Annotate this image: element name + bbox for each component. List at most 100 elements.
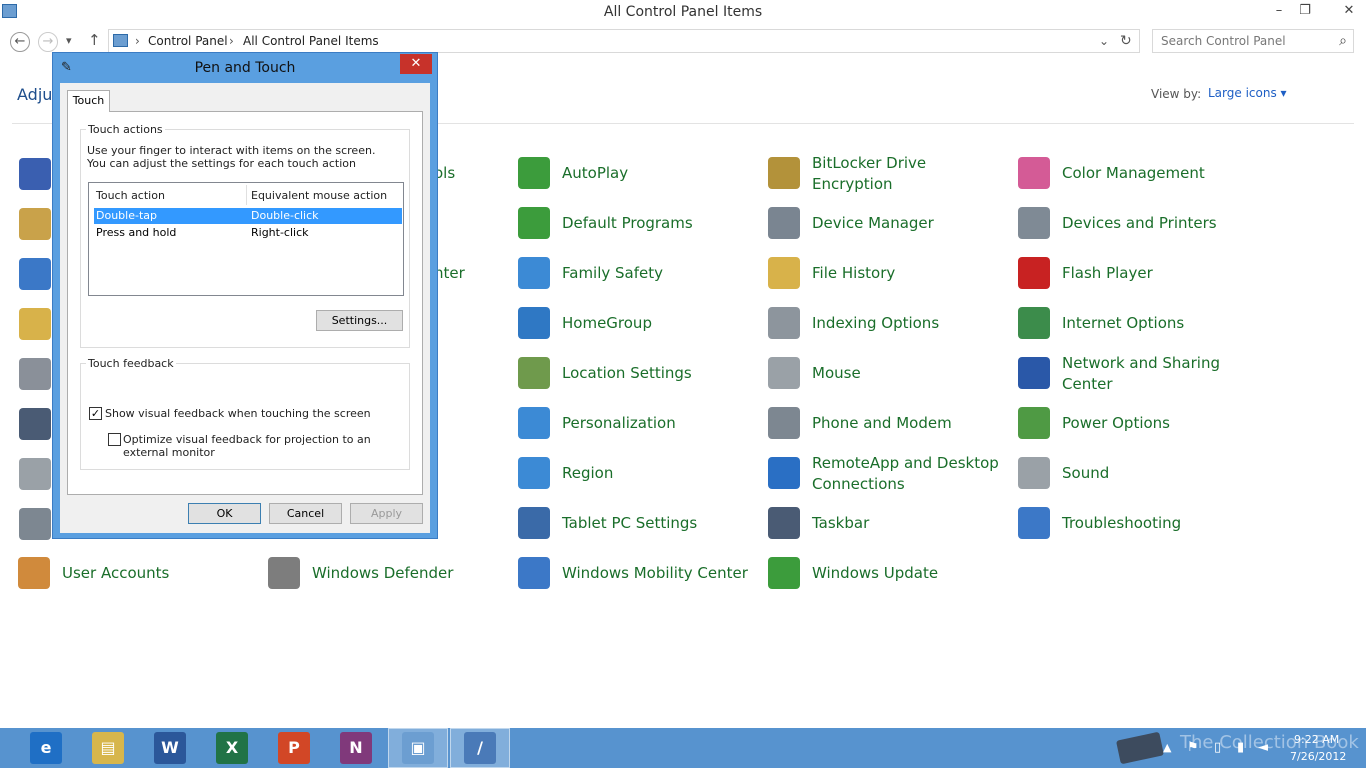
breadcrumb-control-panel[interactable]: Control Panel [148,30,228,52]
view-by-dropdown[interactable]: Large icons ▾ [1208,86,1287,100]
control-panel-item-label: Default Programs [562,214,693,232]
taskbar-app-icon[interactable]: e [30,732,62,764]
touch-actions-list[interactable]: Touch action Equivalent mouse action Dou… [88,182,404,296]
control-panel-item[interactable]: Windows Update [768,553,1008,593]
taskbar-app-icon[interactable]: P [278,732,310,764]
control-panel-item[interactable]: Indexing Options [768,303,1008,343]
taskbar-app-icon[interactable]: ▣ [402,732,434,764]
control-panel-item[interactable]: Tablet PC Settings [518,503,758,543]
control-panel-item-label: Device Manager [812,214,934,232]
server-icon[interactable] [19,408,51,440]
settings-button[interactable]: Settings... [316,310,403,331]
microphone-icon[interactable] [19,508,51,540]
touch-actions-label: Touch actions [86,123,165,136]
control-panel-item[interactable]: Device Manager [768,203,1008,243]
show-visual-feedback-label[interactable]: Show visual feedback when touching the s… [105,407,395,420]
chevron-down-icon[interactable]: ⌄ [1099,30,1109,52]
troubleshooting-icon [1018,507,1050,539]
taskbar-app-icon[interactable]: / [464,732,496,764]
safe-icon[interactable] [19,208,51,240]
control-panel-item[interactable]: Troubleshooting [1018,503,1258,543]
control-panel-item[interactable]: RemoteApp and Desktop Connections [768,453,1008,493]
refresh-icon[interactable]: ↻ [1120,30,1132,52]
search-input[interactable]: Search Control Panel ⌕ [1152,29,1354,53]
mobility-icon [518,557,550,589]
folder-check-icon[interactable] [19,308,51,340]
network-icon [1018,357,1050,389]
control-panel-item[interactable]: Devices and Printers [1018,203,1258,243]
control-panel-item[interactable]: Region [518,453,758,493]
taskbar-app-icon[interactable]: W [154,732,186,764]
taskbar-app-icon[interactable]: X [216,732,248,764]
ok-button[interactable]: OK [188,503,261,524]
close-button[interactable]: ✕ [1334,0,1364,22]
internet-options-icon [1018,307,1050,339]
show-visual-feedback-checkbox[interactable]: ✓ [89,407,102,420]
network-icon[interactable]: ▮ [1237,740,1244,755]
taskbar-app-icon[interactable]: N [340,732,372,764]
optimize-projection-label[interactable]: Optimize visual feedback for projection … [123,433,393,459]
breadcrumb-all-items[interactable]: All Control Panel Items [243,30,379,52]
control-panel-item[interactable]: Family Safety [518,253,758,293]
control-panel-item[interactable]: HomeGroup [518,303,758,343]
control-panel-item[interactable]: User Accounts [18,553,258,593]
control-panel-item-label: Personalization [562,414,676,432]
keyboard-icon[interactable] [19,358,51,390]
column-header-touch-action[interactable]: Touch action [96,189,165,202]
show-hidden-icons-button[interactable]: ▲ [1163,741,1171,754]
optimize-projection-checkbox[interactable] [108,433,121,446]
address-bar-row: ← → ▾ ↑ › Control Panel › All Control Pa… [0,28,1366,54]
column-header-mouse-action[interactable]: Equivalent mouse action [251,189,387,202]
action-center-flag-icon[interactable]: ⚑ [1187,740,1199,755]
control-panel-item[interactable]: Location Settings [518,353,758,393]
control-panel-item[interactable]: Windows Mobility Center [518,553,758,593]
power-icon [1018,407,1050,439]
touch-tab-panel: Touch actions Use your finger to interac… [67,111,423,495]
apply-button[interactable]: Apply [350,503,423,524]
dialog-close-button[interactable]: ✕ [400,54,432,74]
forward-button[interactable]: → [38,32,58,52]
control-panel-item[interactable]: Taskbar [768,503,1008,543]
monitor-icon[interactable] [19,258,51,290]
restore-button[interactable]: ❐ [1290,0,1320,22]
device-manager-icon [768,207,800,239]
storage-icon[interactable] [19,458,51,490]
control-panel-item[interactable]: AutoPlay [518,153,758,193]
touch-keyboard-icon[interactable] [1115,731,1165,765]
flag-icon[interactable] [19,158,51,190]
control-panel-item[interactable]: Color Management [1018,153,1258,193]
search-icon[interactable]: ⌕ [1339,30,1347,52]
back-button[interactable]: ← [10,32,30,52]
breadcrumb-separator: › [135,34,140,48]
cancel-button[interactable]: Cancel [269,503,342,524]
volume-icon[interactable]: ◄ [1258,740,1268,755]
control-panel-item[interactable]: File History [768,253,1008,293]
control-panel-item[interactable]: BitLocker Drive Encryption [768,153,1008,193]
search-placeholder: Search Control Panel [1161,34,1286,48]
up-button[interactable]: ↑ [88,31,101,49]
touch-actions-description: Use your finger to interact with items o… [87,144,376,170]
touch-action-cell: Press and hold [96,226,177,239]
battery-icon[interactable]: ▯ [1214,740,1221,755]
control-panel-item[interactable]: Windows Defender [268,553,508,593]
recent-locations-button[interactable]: ▾ [66,34,72,47]
dialog-title: Pen and Touch [194,60,296,76]
control-panel-item[interactable]: Phone and Modem [768,403,1008,443]
list-item[interactable]: Double-tap Double-click [94,208,402,224]
clock-time[interactable]: 9:22 AM [1294,733,1339,746]
tab-touch[interactable]: Touch [67,90,110,112]
control-panel-item[interactable]: Internet Options [1018,303,1258,343]
control-panel-item[interactable]: Mouse [768,353,1008,393]
control-panel-item[interactable]: Power Options [1018,403,1258,443]
control-panel-item[interactable]: Flash Player [1018,253,1258,293]
control-panel-item[interactable]: Default Programs [518,203,758,243]
control-panel-item[interactable]: Sound [1018,453,1258,493]
clock-date[interactable]: 7/26/2012 [1290,750,1346,763]
indexing-icon [768,307,800,339]
control-panel-item[interactable]: Personalization [518,403,758,443]
list-item[interactable]: Press and hold Right-click [94,225,402,241]
control-panel-item[interactable]: Network and Sharing Center [1018,353,1258,393]
control-panel-item-label: Color Management [1062,164,1205,182]
address-box[interactable]: › Control Panel › All Control Panel Item… [108,29,1140,53]
taskbar-app-icon[interactable]: ▤ [92,732,124,764]
